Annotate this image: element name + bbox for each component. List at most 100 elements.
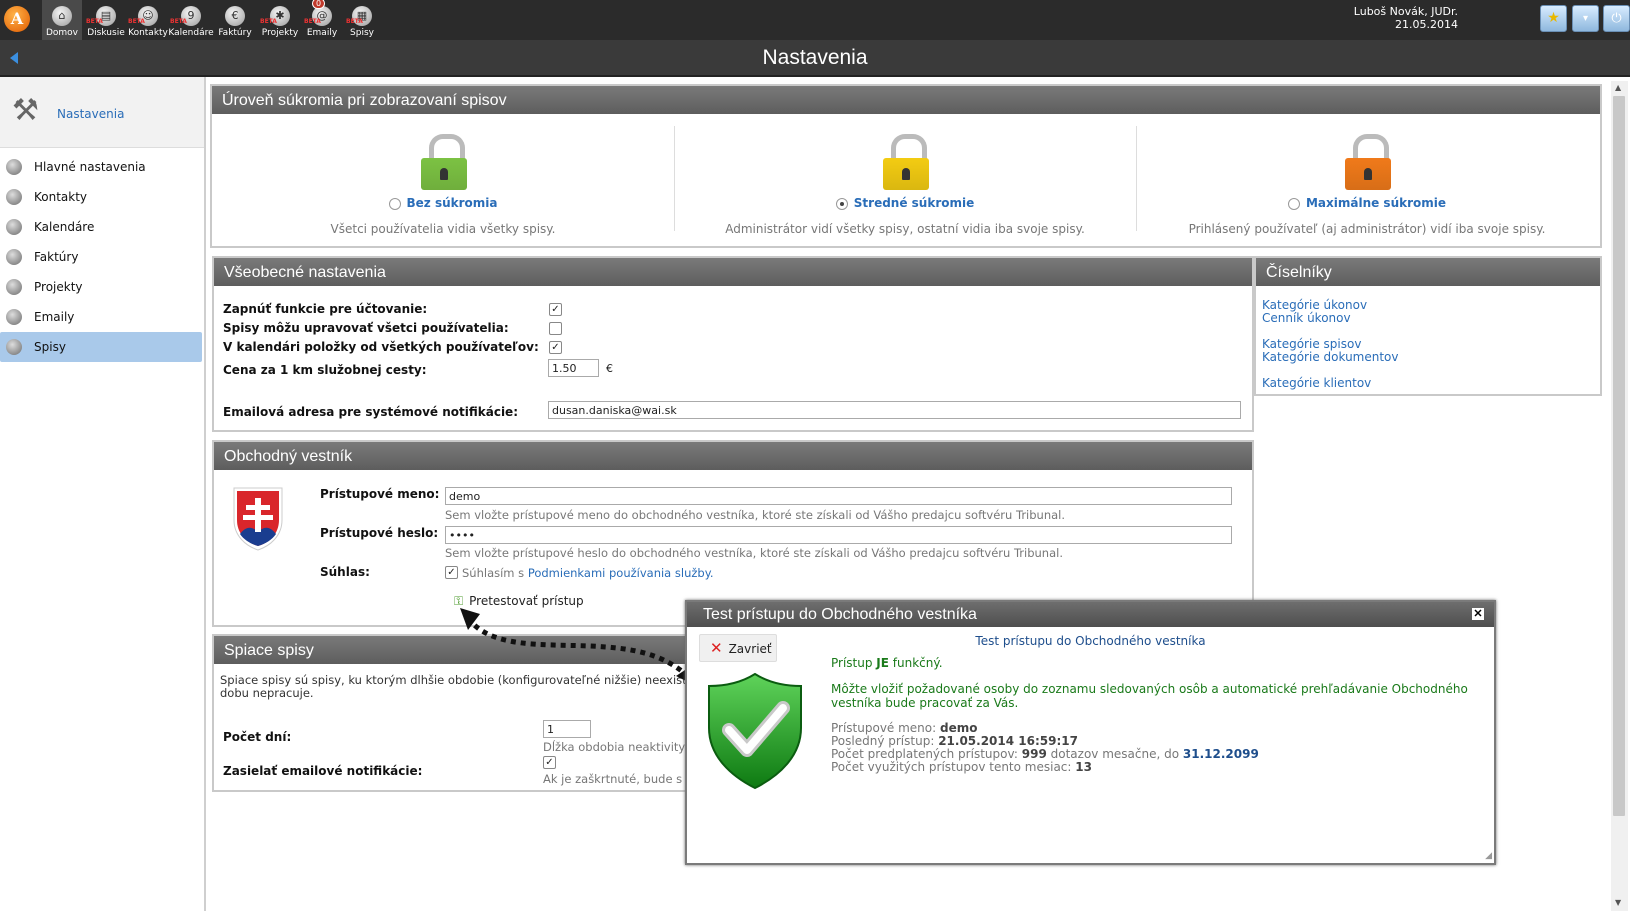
dialog-close-icon[interactable]: ✕ bbox=[1472, 608, 1484, 620]
detail-paid-mid: dotazov mesačne, do bbox=[1046, 747, 1183, 761]
notification-email-input[interactable]: dusan.daniska@wai.sk bbox=[548, 401, 1241, 419]
scroll-down-icon[interactable]: ▼ bbox=[1615, 898, 1621, 907]
consent-checkbox[interactable]: ✓ bbox=[445, 566, 458, 579]
keyhole bbox=[1364, 168, 1372, 180]
km-price-input[interactable]: 1.50 bbox=[548, 359, 599, 377]
terms-link[interactable]: Podmienkami používania služby. bbox=[528, 566, 714, 580]
privacy-option-desc: Prihlásený používateľ (aj administrátor)… bbox=[1188, 222, 1546, 236]
link-cennik-ukonov[interactable]: Cenník úkonov bbox=[1262, 312, 1399, 325]
sidebar-item-kontakty[interactable]: Kontakty bbox=[0, 182, 204, 212]
scrollbar-thumb[interactable] bbox=[1613, 96, 1625, 816]
topnav-item-spisy[interactable]: ▦ BETA Spisy bbox=[344, 0, 380, 40]
billing-label: Zapnúť funkcie pre účtovanie: bbox=[223, 302, 428, 316]
top-navigation-bar: A ⌂ Domov ▤ BETA Diskusie ☺ BETA Kontakty 9 BETA K… bbox=[0, 0, 1630, 41]
sidebar-item-label: Emaily bbox=[34, 310, 75, 324]
billing-checkbox[interactable]: ✓ bbox=[549, 303, 562, 316]
privacy-option[interactable]: Stredné súkromie Administrátor vidí všetk… bbox=[674, 116, 1136, 241]
page-title: Nastavenia bbox=[762, 46, 868, 69]
page-scrollbar[interactable]: ▲ ▼ bbox=[1611, 81, 1628, 911]
padlock-icon bbox=[883, 134, 929, 190]
topnav-label: Diskusie bbox=[87, 28, 125, 38]
calendar-all-checkbox[interactable]: ✓ bbox=[549, 341, 562, 354]
sidebar-item-hlavné-nastavenia[interactable]: Hlavné nastavenia bbox=[0, 152, 204, 182]
sidebar-item-label: Projekty bbox=[34, 280, 83, 294]
detail-login-label: Prístupové meno: bbox=[831, 721, 940, 735]
detail-used-label: Počet využitých prístupov tento mesiac: bbox=[831, 760, 1076, 774]
status-prefix: Prístup bbox=[831, 656, 877, 670]
success-shield-icon bbox=[708, 672, 802, 790]
consent-prefix: Súhlasím s bbox=[462, 566, 528, 580]
email-notify-checkbox[interactable]: ✓ bbox=[543, 756, 556, 769]
topnav-label: Kontakty bbox=[128, 28, 168, 38]
scroll-up-icon[interactable]: ▲ bbox=[1615, 83, 1621, 92]
dialog-title-bar: Test prístupu do Obchodného vestníka ✕ bbox=[687, 602, 1494, 627]
detail-paid-date: 31.12.2099 bbox=[1182, 747, 1259, 761]
privacy-radio[interactable] bbox=[835, 197, 848, 210]
user-info: Luboš Novák, JUDr. 21.05.2014 bbox=[1354, 5, 1458, 31]
privacy-option[interactable]: Maximálne súkromie Prihlásený používateľ … bbox=[1136, 116, 1598, 241]
sidebar-item-emaily[interactable]: Emaily bbox=[0, 302, 204, 332]
privacy-radio[interactable] bbox=[388, 197, 401, 210]
detail-last-label: Posledný prístup: bbox=[831, 734, 939, 748]
back-arrow-icon[interactable] bbox=[10, 52, 18, 64]
sidebar-header: ⚒ Nastavenia bbox=[0, 77, 204, 148]
tools-icon: ⚒ bbox=[12, 93, 39, 128]
detail-paid-value: 999 bbox=[1021, 747, 1047, 761]
detail-paid-label: Počet predplatených prístupov: bbox=[831, 747, 1022, 761]
codelists-panel: Číselníky Kategórie úkonov Cenník úkonov… bbox=[1254, 256, 1602, 396]
link-kategorie-klientov[interactable]: Kategórie klientov bbox=[1262, 377, 1399, 390]
sidebar-item-label: Kontakty bbox=[34, 190, 88, 204]
resize-grip-icon[interactable]: ◢ bbox=[1485, 851, 1492, 861]
detail-login-value: demo bbox=[940, 721, 978, 735]
privacy-option-desc: Všetci používatelia vidia všetky spisy. bbox=[330, 222, 556, 236]
sidebar-item-label: Kalendáre bbox=[34, 220, 95, 234]
topnav-label: Emaily bbox=[306, 28, 338, 38]
journal-password-input[interactable]: •••• bbox=[445, 526, 1232, 544]
km-price-label: Cena za 1 km služobnej cesty: bbox=[223, 363, 427, 377]
journal-panel-title: Obchodný vestník bbox=[214, 442, 1252, 470]
topnav-item-kalendáre[interactable]: 9 BETA Kalendáre bbox=[168, 0, 214, 40]
user-name: Luboš Novák, JUDr. bbox=[1353, 5, 1458, 18]
journal-login-input[interactable]: demo bbox=[445, 487, 1232, 505]
link-kategorie-dokumentov[interactable]: Kategórie dokumentov bbox=[1262, 351, 1399, 364]
privacy-option[interactable]: Bez súkromia Všetci používatelia vidia vš… bbox=[212, 116, 674, 241]
app-logo[interactable]: A bbox=[4, 6, 30, 32]
journal-password-label: Prístupové heslo: bbox=[320, 526, 439, 540]
beta-badge: BETA bbox=[128, 18, 145, 25]
codelist-links: Kategórie úkonov Cenník úkonov Kategórie… bbox=[1262, 299, 1399, 390]
privacy-panel-title: Úroveň súkromia pri zobrazovaní spisov bbox=[212, 86, 1600, 114]
topnav-item-domov[interactable]: ⌂ Domov bbox=[42, 0, 82, 40]
invoice-icon bbox=[6, 249, 22, 265]
privacy-radio[interactable] bbox=[1287, 197, 1300, 210]
divider bbox=[674, 126, 675, 231]
sidebar-item-spisy[interactable]: Spisy bbox=[0, 332, 202, 362]
sidebar-item-projekty[interactable]: Projekty bbox=[0, 272, 204, 302]
topnav-label: Domov bbox=[45, 28, 79, 38]
dropdown-menu-button[interactable]: ▾ bbox=[1572, 5, 1599, 32]
beta-badge: BETA bbox=[86, 18, 103, 25]
slovak-coat-of-arms-icon bbox=[233, 487, 283, 551]
topnav-item-kontakty[interactable]: ☺ BETA Kontakty bbox=[126, 0, 170, 40]
topnav-item-diskusie[interactable]: ▤ BETA Diskusie bbox=[84, 0, 128, 40]
sidebar-item-kalendáre[interactable]: Kalendáre bbox=[0, 212, 204, 242]
favorites-star-button[interactable]: ★ bbox=[1540, 5, 1567, 32]
invoice-icon: € bbox=[225, 6, 245, 26]
calendar-icon bbox=[6, 219, 22, 235]
dialog-content: Prístup JE funkčný. Môžte vložiť požadov… bbox=[831, 656, 1481, 774]
power-logout-button[interactable]: ⏻ bbox=[1603, 5, 1630, 32]
topnav-item-faktúry[interactable]: € Faktúry bbox=[214, 0, 256, 40]
keyhole bbox=[440, 168, 448, 180]
topnav-item-emaily[interactable]: @ BETA 0 Emaily bbox=[302, 0, 342, 40]
projects-icon bbox=[6, 279, 22, 295]
sidebar-item-faktúry[interactable]: Faktúry bbox=[0, 242, 204, 272]
edit-all-checkbox[interactable] bbox=[549, 322, 562, 335]
days-input[interactable]: 1 bbox=[543, 720, 591, 738]
topnav-label: Kalendáre bbox=[168, 28, 214, 38]
privacy-option-name: Stredné súkromie bbox=[853, 196, 975, 210]
topnav-item-projekty[interactable]: ✱ BETA Projekty bbox=[258, 0, 302, 40]
access-details: Prístupové meno: demo Posledný prístup: … bbox=[831, 722, 1481, 774]
sidebar-item-label: Hlavné nastavenia bbox=[34, 160, 146, 174]
chevron-down-icon: ▾ bbox=[1582, 13, 1589, 24]
dotted-arrow-annotation bbox=[460, 608, 696, 686]
detail-last-value: 21.05.2014 16:59:17 bbox=[938, 734, 1078, 748]
